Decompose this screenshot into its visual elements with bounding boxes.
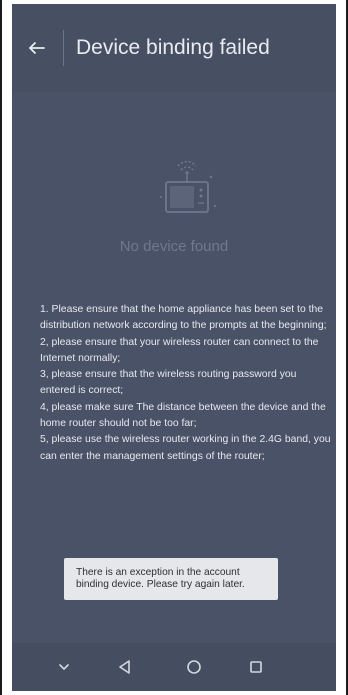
page-title: Device binding failed — [76, 36, 270, 59]
frame-left-border — [0, 0, 2, 695]
error-toast: There is an exception in the account bin… — [64, 558, 278, 600]
nav-back-button[interactable] — [113, 655, 137, 679]
back-arrow-icon — [29, 42, 45, 54]
back-button[interactable] — [24, 34, 52, 62]
instruction-item: 3, please ensure that the wireless routi… — [40, 369, 297, 397]
instruction-item: 5, please use the wireless router workin… — [40, 434, 331, 462]
nav-hide-button[interactable] — [52, 655, 76, 679]
header-divider — [63, 30, 64, 66]
nav-recents-button[interactable] — [244, 655, 268, 679]
back-triangle-icon — [119, 660, 130, 674]
instruction-item: 1. Please ensure that the home appliance… — [40, 304, 327, 332]
chevron-down-icon — [59, 664, 69, 670]
app-screen: Device binding failed No device found 1.… — [12, 4, 336, 691]
no-device-message: No device found — [119, 238, 229, 255]
system-nav-bar — [12, 643, 336, 691]
device-frame: Device binding failed No device found 1.… — [0, 0, 348, 695]
router-device-icon — [152, 152, 222, 222]
nav-home-button[interactable] — [182, 655, 206, 679]
home-circle-icon — [187, 660, 201, 674]
instruction-item: 4, please make sure The distance between… — [40, 401, 326, 430]
recents-square-icon — [250, 661, 262, 673]
app-header: Device binding failed — [12, 4, 336, 92]
troubleshooting-list: 1. Please ensure that the home appliance… — [40, 302, 332, 465]
instruction-item: 2, please ensure that your wireless rout… — [40, 336, 319, 364]
